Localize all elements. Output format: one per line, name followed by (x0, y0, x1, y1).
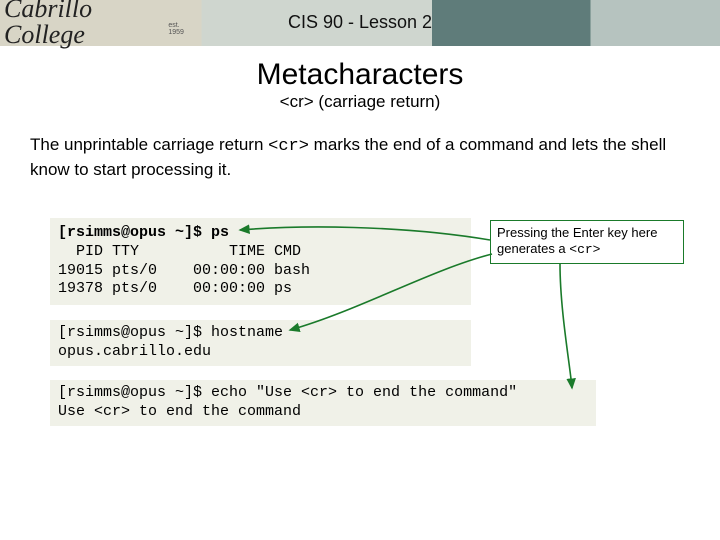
subtitle-code: <cr> (280, 92, 314, 111)
terminal-block-2: [rsimms@opus ~]$ hostname opus.cabrillo.… (50, 320, 471, 366)
arrow-to-echo (560, 264, 572, 388)
t2-l2: opus.cabrillo.edu (58, 343, 211, 360)
t3-l2: Use <cr> to end the command (58, 403, 301, 420)
t1-l3: 19015 pts/0 00:00:00 bash (58, 262, 310, 279)
subtitle-paren: (carriage return) (314, 92, 441, 111)
terminal-block-3: [rsimms@opus ~]$ echo "Use <cr> to end t… (50, 380, 596, 426)
t1-l2: PID TTY TIME CMD (58, 243, 301, 260)
t3-prompt: [rsimms@opus ~]$ (58, 384, 211, 401)
callout-box: Pressing the Enter key here generates a … (490, 220, 684, 264)
course-title: CIS 90 - Lesson 2 (0, 12, 720, 33)
body-pre: The unprintable carriage return (30, 135, 268, 154)
t3-cmd: echo "Use <cr> to end the command" (211, 384, 517, 401)
body-paragraph: The unprintable carriage return <cr> mar… (30, 134, 690, 182)
t2-cmd: hostname (211, 324, 283, 341)
topic-title: Metacharacters (0, 58, 720, 92)
t1-l4: 19378 pts/0 00:00:00 ps (58, 280, 292, 297)
body-code: <cr> (268, 137, 309, 156)
t1-cmd: ps (211, 224, 229, 241)
terminal-block-1: [rsimms@opus ~]$ ps PID TTY TIME CMD 190… (50, 218, 471, 305)
t2-prompt: [rsimms@opus ~]$ (58, 324, 211, 341)
topic-subtitle: <cr> (carriage return) (0, 92, 720, 112)
header-banner: Cabrillo College est. 1959 CIS 90 - Less… (0, 0, 720, 46)
callout-code: <cr> (569, 242, 600, 257)
t1-prompt: [rsimms@opus ~]$ (58, 224, 211, 241)
